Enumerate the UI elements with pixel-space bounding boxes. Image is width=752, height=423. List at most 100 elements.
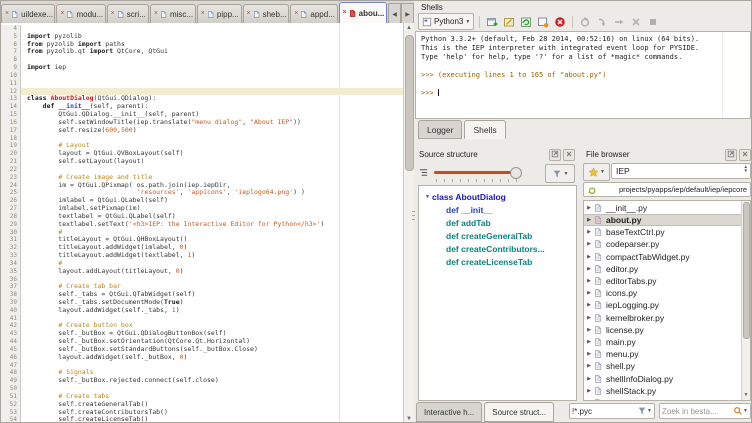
- line-number: 36: [1, 276, 21, 284]
- expand-icon[interactable]: ▶: [584, 241, 594, 247]
- editor-scrollbar-thumb[interactable]: [405, 35, 414, 171]
- expand-icon[interactable]: ▶: [584, 339, 594, 345]
- tree-item-def-init[interactable]: def __init__: [419, 203, 576, 216]
- expand-icon[interactable]: ▶: [584, 388, 594, 394]
- spinner-icons[interactable]: ▲▼: [744, 165, 748, 173]
- tab-scroll-right-icon[interactable]: ▶: [401, 3, 414, 25]
- structure-depth-slider[interactable]: [434, 171, 520, 174]
- file-item-shell-py[interactable]: ▶shell.py: [584, 360, 750, 372]
- dock-tab-shells[interactable]: Shells: [464, 120, 505, 139]
- editor-tab-appd[interactable]: ×appd...: [290, 4, 337, 23]
- expand-icon[interactable]: ▶: [584, 290, 594, 296]
- close-tab-icon[interactable]: ×: [60, 11, 64, 17]
- close-panel-icon[interactable]: [739, 149, 751, 161]
- editor-code-area[interactable]: 4 5import pyzolib6from pyzolib import pa…: [1, 23, 414, 423]
- collapse-icon[interactable]: ▼: [423, 194, 432, 200]
- source-structure-tree[interactable]: ▼class AboutDialogdef __init__def addTab…: [418, 185, 577, 401]
- scroll-up-icon[interactable]: ▲: [404, 23, 414, 33]
- tree-item-def-addtab[interactable]: def addTab: [419, 216, 576, 229]
- expand-icon[interactable]: ▶: [584, 351, 594, 357]
- restart-shell-button[interactable]: [519, 14, 533, 29]
- file-item-compacttabwidget-py[interactable]: ▶compactTabWidget.py: [584, 251, 750, 263]
- close-tab-icon[interactable]: ×: [5, 11, 9, 17]
- shell-select-button[interactable]: Python3 ▼: [418, 13, 474, 30]
- project-select[interactable]: IEP ▲▼: [611, 163, 751, 179]
- file-item-about-py[interactable]: ▶about.py: [584, 214, 750, 226]
- editor-tab-misc[interactable]: ×misc...: [150, 4, 196, 23]
- editor-tab-uildexe[interactable]: ×uildexe...: [1, 4, 55, 23]
- search-input[interactable]: [662, 407, 733, 416]
- python-file-icon: [594, 386, 603, 396]
- expand-icon[interactable]: ▶: [584, 376, 594, 382]
- file-item-main-py[interactable]: ▶main.py: [584, 336, 750, 348]
- expand-icon[interactable]: ▶: [584, 327, 594, 333]
- funnel-icon[interactable]: [637, 406, 647, 416]
- expand-icon[interactable]: ▶: [584, 266, 594, 272]
- file-item-editor-py[interactable]: ▶editor.py: [584, 263, 750, 275]
- file-item-init-py[interactable]: ▶__init__.py: [584, 202, 750, 214]
- path-field[interactable]: projects/pyapps/iep/default/iep/iepcore: [583, 182, 751, 197]
- file-list-scrollbar-thumb[interactable]: [743, 202, 750, 339]
- expand-icon[interactable]: ▶: [584, 217, 594, 223]
- file-list[interactable]: ▶__init__.py▶about.py▶baseTextCtrl.py▶co…: [583, 200, 751, 401]
- tree-item-def-creategeneraltab[interactable]: def createGeneralTab: [419, 229, 576, 242]
- close-tab-icon[interactable]: ×: [111, 11, 115, 17]
- file-item-editortabs-py[interactable]: ▶editorTabs.py: [584, 275, 750, 287]
- file-item-basetextctrl-py[interactable]: ▶baseTextCtrl.py: [584, 226, 750, 238]
- editor-tab-modu[interactable]: ×modu...: [56, 4, 105, 23]
- editor-tab-sheb[interactable]: ×sheb...: [243, 4, 290, 23]
- chevron-down-icon[interactable]: ▼: [743, 408, 748, 414]
- close-tab-icon[interactable]: ×: [294, 11, 298, 17]
- refresh-path-icon[interactable]: [587, 185, 597, 195]
- tree-item-class-aboutdialog[interactable]: ▼class AboutDialog: [419, 190, 576, 203]
- tree-item-def-createcontributors[interactable]: def createContributors...: [419, 242, 576, 255]
- file-item-codeparser-py[interactable]: ▶codeparser.py: [584, 238, 750, 250]
- expand-icon[interactable]: ▶: [584, 205, 594, 211]
- chevron-down-icon[interactable]: ▼: [647, 408, 652, 414]
- file-item-kernelbroker-py[interactable]: ▶kernelbroker.py: [584, 312, 750, 324]
- structure-filter-button[interactable]: ▼: [545, 164, 575, 183]
- shell-output[interactable]: Python 3.3.2+ (default, Feb 28 2014, 00:…: [415, 31, 751, 119]
- name-filter-input[interactable]: [572, 407, 637, 416]
- editor-tab-abou[interactable]: ×abou...: [339, 2, 387, 23]
- file-item-shellstack-py[interactable]: ▶shellStack.py: [584, 385, 750, 397]
- file-item-ieplogging-py[interactable]: ▶iepLogging.py: [584, 299, 750, 311]
- close-tab-icon[interactable]: ×: [201, 11, 205, 17]
- bookmarks-button[interactable]: ▼: [583, 163, 610, 181]
- editor-tab-pipp[interactable]: ×pipp...: [197, 4, 242, 23]
- expand-icon[interactable]: ▶: [584, 302, 594, 308]
- tab-scroll-left-icon[interactable]: ◀: [388, 3, 401, 25]
- expand-icon[interactable]: ▶: [584, 254, 594, 260]
- slider-handle[interactable]: [510, 167, 522, 179]
- spin-down-icon[interactable]: ▼: [744, 169, 748, 173]
- clear-screen-button[interactable]: [536, 14, 550, 29]
- scroll-down-icon[interactable]: ▼: [742, 391, 750, 400]
- file-list-scrollbar[interactable]: ▼: [741, 201, 750, 400]
- magnifier-icon[interactable]: [733, 406, 743, 416]
- close-tab-icon[interactable]: ×: [154, 11, 158, 17]
- expand-icon[interactable]: ▶: [584, 278, 594, 284]
- expand-icon[interactable]: ▶: [584, 363, 594, 369]
- float-panel-icon[interactable]: [549, 149, 561, 161]
- expand-icon[interactable]: ▶: [584, 315, 594, 321]
- new-shell-button[interactable]: [485, 14, 499, 29]
- file-item-icons-py[interactable]: ▶icons.py: [584, 287, 750, 299]
- bottom-tab-source-struct[interactable]: Source struct...: [484, 402, 554, 422]
- shell-config-button[interactable]: [502, 14, 516, 29]
- close-tab-icon[interactable]: ×: [343, 10, 347, 16]
- terminate-shell-button[interactable]: [553, 14, 567, 29]
- scroll-down-icon[interactable]: ▼: [404, 414, 414, 423]
- close-tab-icon[interactable]: ×: [247, 11, 251, 17]
- file-item-license-py[interactable]: ▶license.py: [584, 324, 750, 336]
- editor-scrollbar[interactable]: ▲ ▼: [403, 23, 414, 423]
- file-item-shellinfodialog-py[interactable]: ▶shellInfoDialog.py: [584, 372, 750, 384]
- float-panel-icon[interactable]: [725, 149, 737, 161]
- bottom-tab-interactive-h[interactable]: Interactive h...: [416, 402, 482, 422]
- tree-item-def-createlicensetab[interactable]: def createLicenseTab: [419, 255, 576, 268]
- dock-tab-logger[interactable]: Logger: [418, 120, 462, 139]
- file-item-menu-py[interactable]: ▶menu.py: [584, 348, 750, 360]
- expand-icon[interactable]: ▶: [584, 229, 594, 235]
- close-panel-icon[interactable]: [563, 149, 575, 161]
- chevron-down-icon: ▼: [600, 169, 605, 175]
- editor-tab-scri[interactable]: ×scri...: [107, 4, 149, 23]
